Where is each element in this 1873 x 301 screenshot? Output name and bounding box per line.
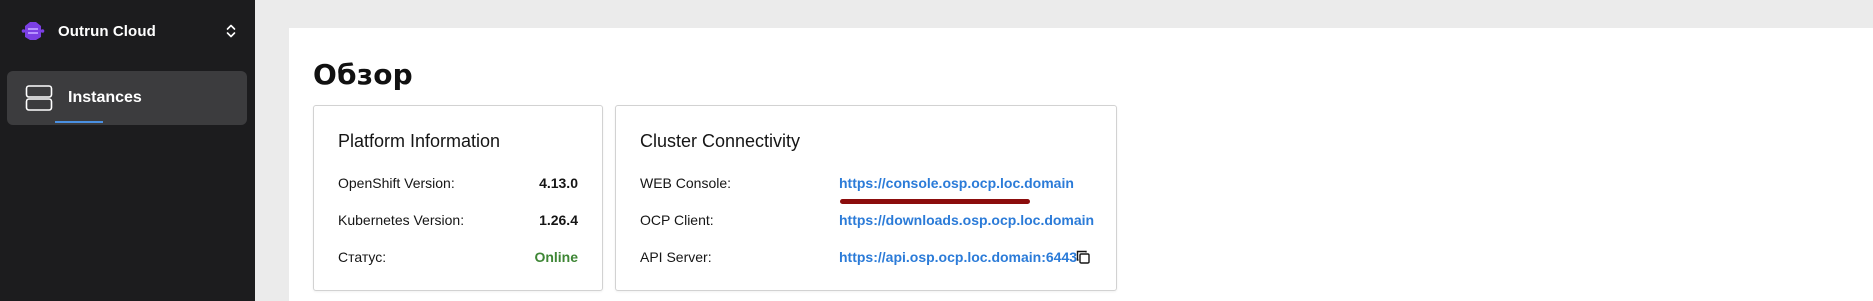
openshift-version-value: 4.13.0: [539, 175, 578, 191]
card-title: Cluster Connectivity: [640, 131, 801, 151]
row-label: API Server:: [640, 249, 712, 265]
platform-information-card: Platform Information OpenShift Version: …: [313, 105, 603, 291]
brand-name: Outrun Cloud: [58, 22, 156, 40]
server-stack-icon: [24, 83, 54, 113]
row-label: Статус:: [338, 249, 387, 265]
card-title: Platform Information: [338, 131, 501, 151]
api-server-row: API Server: https://api.osp.ocp.loc.doma…: [640, 247, 1092, 267]
ocp-client-row: OCP Client: https://downloads.osp.ocp.lo…: [640, 210, 1094, 230]
ocp-client-link[interactable]: https://downloads.osp.ocp.loc.domain: [839, 212, 1094, 228]
sidebar-item-instances[interactable]: Instances: [7, 71, 247, 125]
openshift-version-row: OpenShift Version: 4.13.0: [338, 173, 578, 193]
outrun-logo-icon: [20, 18, 46, 44]
copy-icon[interactable]: [1074, 248, 1092, 266]
active-indicator: [55, 121, 103, 123]
kubernetes-version-row: Kubernetes Version: 1.26.4: [338, 210, 578, 230]
row-label: Kubernetes Version:: [338, 212, 465, 228]
row-label: OpenShift Version:: [338, 175, 455, 191]
kubernetes-version-value: 1.26.4: [539, 212, 578, 228]
row-label: OCP Client:: [640, 212, 714, 228]
web-console-row: WEB Console: https://console.osp.ocp.loc…: [640, 173, 1092, 193]
main-content: Обзор Platform Information OpenShift Ver…: [289, 28, 1873, 301]
highlight-underline: [840, 199, 1030, 204]
sidebar: Outrun Cloud Instances: [0, 0, 255, 301]
row-label: WEB Console:: [640, 175, 732, 191]
sidebar-item-label: Instances: [68, 89, 142, 106]
org-switcher[interactable]: Outrun Cloud: [20, 16, 242, 46]
api-server-link[interactable]: https://api.osp.ocp.loc.domain:6443: [839, 249, 1077, 265]
status-badge: Online: [534, 249, 578, 265]
cluster-connectivity-card: Cluster Connectivity WEB Console: https:…: [615, 105, 1117, 291]
web-console-link[interactable]: https://console.osp.ocp.loc.domain: [839, 175, 1074, 191]
chevron-up-down-icon[interactable]: [220, 20, 242, 42]
page-title: Обзор: [313, 58, 413, 91]
status-row: Статус: Online: [338, 247, 578, 267]
